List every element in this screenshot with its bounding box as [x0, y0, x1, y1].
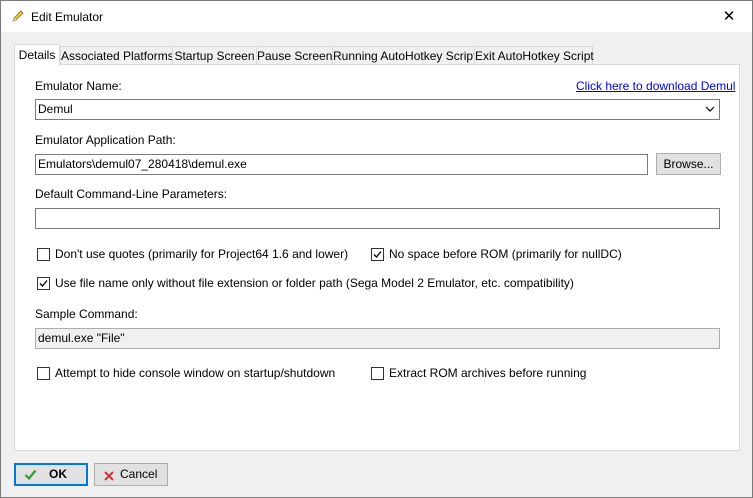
sample-command-label: Sample Command: — [35, 307, 138, 321]
app-path-label: Emulator Application Path: — [35, 133, 176, 147]
filename-only-checkbox[interactable] — [37, 277, 50, 290]
title-bar: Edit Emulator ✕ — [1, 1, 752, 32]
hide-console-checkbox[interactable] — [37, 367, 50, 380]
no-space-checkbox[interactable] — [371, 248, 384, 261]
checkmark-icon — [373, 251, 382, 258]
tab-exit-ahk-script[interactable]: Exit AutoHotkey Script — [474, 46, 594, 65]
emulator-name-value: Demul — [38, 102, 73, 116]
hide-console-label: Attempt to hide console window on startu… — [55, 366, 336, 380]
extract-rom-label: Extract ROM archives before running — [389, 366, 587, 380]
app-path-value: Emulators\demul07_280418\demul.exe — [38, 157, 247, 171]
x-icon — [103, 468, 115, 489]
tab-pause-screen-label: Pause Screen — [257, 49, 333, 63]
chevron-down-icon — [705, 100, 715, 119]
ok-button[interactable]: OK — [14, 463, 88, 486]
tab-details[interactable]: Details — [14, 44, 60, 66]
no-quotes-label: Don't use quotes (primarily for Project6… — [55, 247, 349, 261]
cmdline-label: Default Command-Line Parameters: — [35, 187, 228, 201]
details-panel: Emulator Name: Click here to download De… — [14, 64, 740, 451]
tab-associated-platforms-label: Associated Platforms — [61, 49, 174, 63]
cancel-button[interactable]: Cancel — [94, 463, 168, 486]
close-button[interactable]: ✕ — [706, 1, 752, 32]
sample-command-value: demul.exe "File" — [38, 331, 125, 345]
check-icon — [24, 468, 37, 487]
tab-running-ahk-script[interactable]: Running AutoHotkey Script — [332, 46, 477, 65]
tab-startup-screen[interactable]: Startup Screen — [172, 46, 257, 65]
cancel-label: Cancel — [120, 467, 158, 481]
sample-command-field: demul.exe "File" — [35, 328, 720, 349]
close-icon: ✕ — [722, 8, 736, 25]
tab-details-label: Details — [18, 48, 56, 62]
emulator-name-label: Emulator Name: — [35, 79, 122, 93]
no-space-label: No space before ROM (primarily for nullD… — [389, 247, 622, 261]
pencil-icon — [11, 9, 25, 23]
tab-exit-ahk-script-label: Exit AutoHotkey Script — [475, 49, 594, 63]
browse-button[interactable]: Browse... — [656, 153, 721, 175]
ok-label: OK — [49, 467, 67, 481]
checkmark-icon — [39, 280, 48, 287]
tab-running-ahk-script-label: Running AutoHotkey Script — [333, 49, 477, 63]
cmdline-input[interactable] — [35, 208, 720, 229]
tab-startup-screen-label: Startup Screen — [174, 49, 255, 63]
no-quotes-checkbox[interactable] — [37, 248, 50, 261]
extract-rom-checkbox[interactable] — [371, 367, 384, 380]
edit-emulator-window: Edit Emulator ✕ Details Associated Platf… — [0, 0, 753, 498]
emulator-name-select[interactable]: Demul — [35, 99, 720, 120]
tab-pause-screen[interactable]: Pause Screen — [256, 46, 333, 65]
filename-only-label: Use file name only without file extensio… — [55, 276, 574, 290]
window-title: Edit Emulator — [31, 10, 104, 24]
tab-associated-platforms[interactable]: Associated Platforms — [60, 46, 174, 65]
app-path-input[interactable]: Emulators\demul07_280418\demul.exe — [35, 154, 648, 175]
download-link[interactable]: Click here to download Demul — [576, 79, 735, 93]
